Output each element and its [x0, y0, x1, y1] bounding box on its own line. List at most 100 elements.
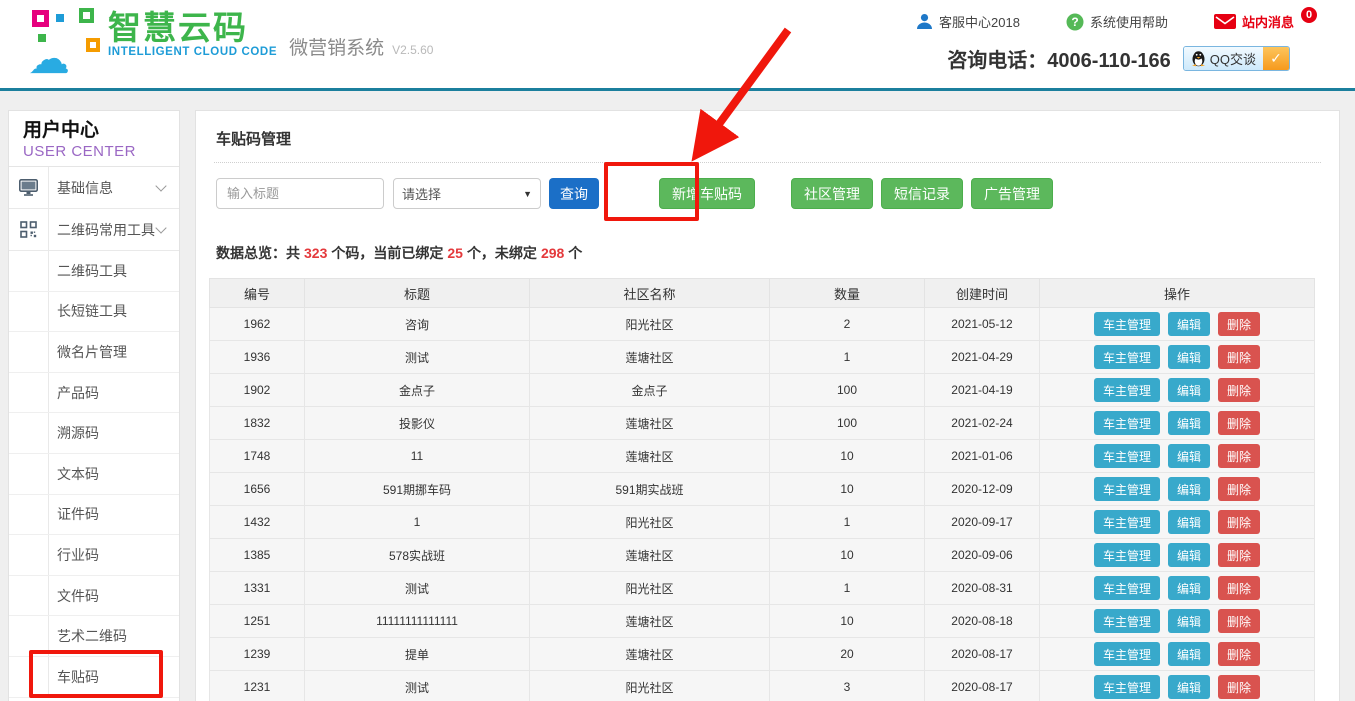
delete-button[interactable]: 删除 — [1218, 675, 1260, 699]
edit-button[interactable]: 编辑 — [1168, 378, 1210, 402]
community-manage-button[interactable]: 社区管理 — [791, 178, 873, 209]
owner-manage-button[interactable]: 车主管理 — [1094, 312, 1160, 336]
system-help-link[interactable]: ? 系统使用帮助 — [1066, 12, 1168, 31]
edit-button[interactable]: 编辑 — [1168, 510, 1210, 534]
cell-actions: 车主管理编辑删除 — [1040, 407, 1315, 440]
sidebar-item-溯源码[interactable]: 溯源码 — [9, 413, 179, 454]
service-center-link[interactable]: 客服中心2018 — [916, 12, 1020, 31]
owner-manage-button[interactable]: 车主管理 — [1094, 477, 1160, 501]
sidebar-item-二维码工具[interactable]: 二维码工具 — [9, 251, 179, 292]
cell-id: 1331 — [210, 572, 305, 605]
edit-button[interactable]: 编辑 — [1168, 576, 1210, 600]
sidebar-item-证件码[interactable]: 证件码 — [9, 495, 179, 536]
owner-manage-button[interactable]: 车主管理 — [1094, 378, 1160, 402]
sidebar-icon-column — [9, 332, 49, 372]
owner-manage-button[interactable]: 车主管理 — [1094, 675, 1160, 699]
delete-button[interactable]: 删除 — [1218, 609, 1260, 633]
hotline-row: 咨询电话：4006-110-166 QQ交谈 ✓ — [947, 44, 1290, 73]
sidebar-item-行业码[interactable]: 行业码 — [9, 535, 179, 576]
edit-button[interactable]: 编辑 — [1168, 345, 1210, 369]
sms-record-button[interactable]: 短信记录 — [881, 178, 963, 209]
title-search-input[interactable] — [216, 178, 384, 209]
owner-manage-button[interactable]: 车主管理 — [1094, 576, 1160, 600]
cell-created: 2020-12-09 — [925, 473, 1040, 506]
logo: ☁ 智慧云码 INTELLIGENT CLOUD CODE 微营销系统 V2.5… — [30, 8, 433, 66]
cell-community: 莲塘社区 — [530, 539, 770, 572]
header-links: 客服中心2018 ? 系统使用帮助 站内消息 0 — [916, 12, 1317, 31]
owner-manage-button[interactable]: 车主管理 — [1094, 510, 1160, 534]
edit-button[interactable]: 编辑 — [1168, 477, 1210, 501]
table-row: 125111111111111111莲塘社区102020-08-18车主管理编辑… — [210, 605, 1315, 638]
owner-manage-button[interactable]: 车主管理 — [1094, 345, 1160, 369]
sidebar-group-qrcode-tools[interactable]: 二维码常用工具 — [9, 209, 179, 251]
qq-chat-label: QQ交谈 — [1210, 49, 1256, 68]
envelope-icon — [1214, 14, 1236, 29]
cell-actions: 车主管理编辑删除 — [1040, 671, 1315, 701]
cell-qty: 1 — [770, 572, 925, 605]
edit-button[interactable]: 编辑 — [1168, 411, 1210, 435]
cell-qty: 20 — [770, 638, 925, 671]
cell-title: 11 — [305, 440, 530, 473]
edit-button[interactable]: 编辑 — [1168, 609, 1210, 633]
add-car-sticker-button[interactable]: 新增车贴码 — [659, 178, 755, 209]
edit-button[interactable]: 编辑 — [1168, 312, 1210, 336]
title-divider — [214, 162, 1321, 163]
sidebar-icon-column — [9, 251, 49, 291]
qq-chat-button[interactable]: QQ交谈 ✓ — [1183, 46, 1290, 71]
community-select[interactable]: 请选择 ▼ — [393, 178, 541, 209]
delete-button[interactable]: 删除 — [1218, 444, 1260, 468]
site-messages-link[interactable]: 站内消息 0 — [1214, 12, 1317, 31]
cell-created: 2020-09-17 — [925, 506, 1040, 539]
owner-manage-button[interactable]: 车主管理 — [1094, 642, 1160, 666]
sidebar-item-微名片管理[interactable]: 微名片管理 — [9, 332, 179, 373]
owner-manage-button[interactable]: 车主管理 — [1094, 543, 1160, 567]
owner-manage-button[interactable]: 车主管理 — [1094, 609, 1160, 633]
cell-qty: 10 — [770, 539, 925, 572]
sidebar-item-label: 文件码 — [49, 576, 179, 616]
sidebar-item-艺术二维码[interactable]: 艺术二维码 — [9, 616, 179, 657]
cell-qty: 1 — [770, 341, 925, 374]
ad-manage-button[interactable]: 广告管理 — [971, 178, 1053, 209]
cell-actions: 车主管理编辑删除 — [1040, 374, 1315, 407]
cell-id: 1902 — [210, 374, 305, 407]
cell-created: 2021-04-29 — [925, 341, 1040, 374]
owner-manage-button[interactable]: 车主管理 — [1094, 411, 1160, 435]
qrcode-icon — [9, 209, 49, 250]
delete-button[interactable]: 删除 — [1218, 642, 1260, 666]
edit-button[interactable]: 编辑 — [1168, 675, 1210, 699]
sidebar-title: 用户中心 USER CENTER — [9, 111, 179, 167]
owner-manage-button[interactable]: 车主管理 — [1094, 444, 1160, 468]
delete-button[interactable]: 删除 — [1218, 378, 1260, 402]
sidebar-group-basic-info[interactable]: 基础信息 — [9, 167, 179, 209]
table-row: 1331测试阳光社区12020-08-31车主管理编辑删除 — [210, 572, 1315, 605]
edit-button[interactable]: 编辑 — [1168, 642, 1210, 666]
edit-button[interactable]: 编辑 — [1168, 543, 1210, 567]
toolbar: 请选择 ▼ 查询 新增车贴码 社区管理 短信记录 广告管理 — [216, 178, 1053, 209]
sidebar-item-label: 二维码工具 — [49, 251, 179, 291]
cell-created: 2020-08-18 — [925, 605, 1040, 638]
delete-button[interactable]: 删除 — [1218, 312, 1260, 336]
sidebar-item-长短链工具[interactable]: 长短链工具 — [9, 292, 179, 333]
sidebar-title-cn: 用户中心 — [23, 120, 165, 143]
cell-id: 1832 — [210, 407, 305, 440]
edit-button[interactable]: 编辑 — [1168, 444, 1210, 468]
cell-created: 2021-01-06 — [925, 440, 1040, 473]
cell-title: 测试 — [305, 671, 530, 701]
delete-button[interactable]: 删除 — [1218, 510, 1260, 534]
cell-id: 1936 — [210, 341, 305, 374]
delete-button[interactable]: 删除 — [1218, 411, 1260, 435]
sidebar-icon-column — [9, 292, 49, 332]
cell-created: 2020-08-17 — [925, 671, 1040, 701]
sidebar-item-车贴码[interactable]: 车贴码 — [9, 657, 179, 698]
sidebar-item-文本码[interactable]: 文本码 — [9, 454, 179, 495]
cell-community: 591期实战班 — [530, 473, 770, 506]
delete-button[interactable]: 删除 — [1218, 477, 1260, 501]
sidebar-icon-column — [9, 657, 49, 697]
table-row: 1656591期挪车码591期实战班102020-12-09车主管理编辑删除 — [210, 473, 1315, 506]
delete-button[interactable]: 删除 — [1218, 543, 1260, 567]
query-button[interactable]: 查询 — [549, 178, 599, 209]
sidebar-item-文件码[interactable]: 文件码 — [9, 576, 179, 617]
delete-button[interactable]: 删除 — [1218, 576, 1260, 600]
delete-button[interactable]: 删除 — [1218, 345, 1260, 369]
sidebar-item-产品码[interactable]: 产品码 — [9, 373, 179, 414]
